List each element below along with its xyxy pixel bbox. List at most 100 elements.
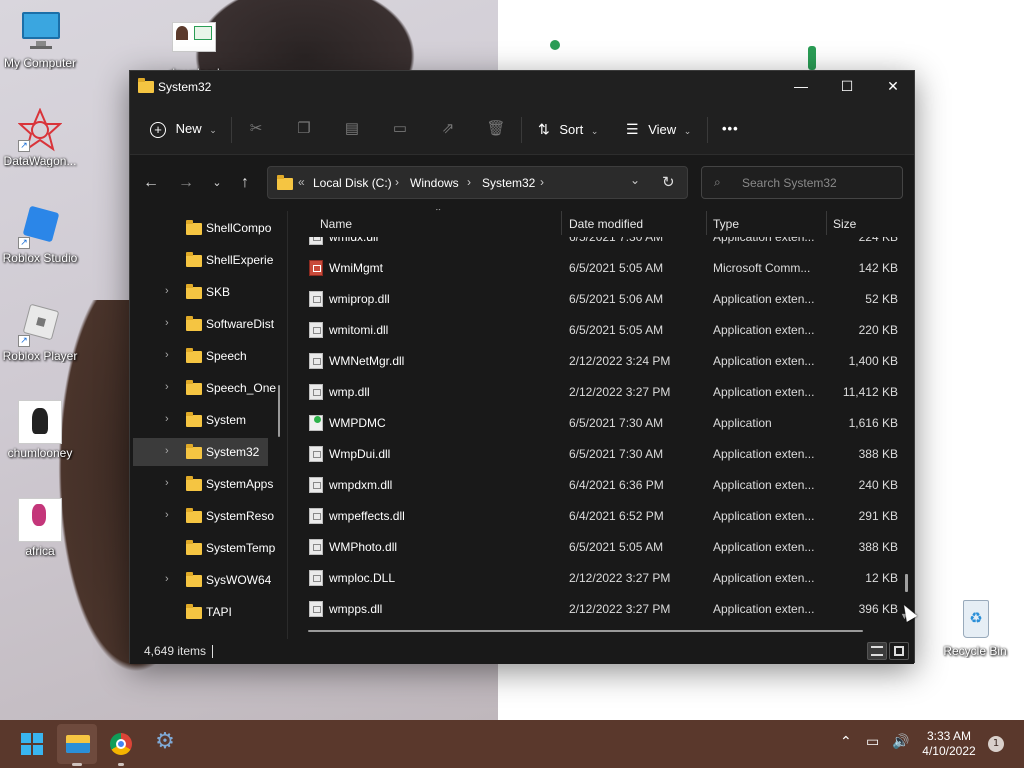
taskbar-file-explorer[interactable] — [57, 724, 97, 764]
column-header-size[interactable]: Size — [833, 217, 856, 231]
nav-item[interactable]: › Speech_One — [133, 374, 276, 402]
file-row[interactable]: WmpDui.dll 6/5/2021 7:30 AM Application ex… — [288, 438, 898, 469]
rename-icon[interactable]: ▭ — [390, 119, 410, 139]
nav-item[interactable]: › System32 — [133, 438, 268, 466]
file-date-modified: 6/5/2021 5:06 AM — [569, 292, 664, 306]
details-view-button[interactable] — [867, 642, 887, 660]
close-button[interactable]: ✕ — [870, 71, 916, 103]
column-header-name[interactable]: Name — [320, 217, 352, 231]
file-row[interactable]: wmitomi.dll 6/5/2021 5:05 AM Application e… — [288, 314, 898, 345]
vertical-scrollbar-thumb[interactable] — [905, 574, 908, 592]
folder-icon — [186, 604, 202, 619]
nav-item[interactable]: › SysWOW64 — [133, 566, 271, 594]
copy-icon[interactable]: ❐ — [294, 119, 314, 139]
notification-badge[interactable]: 1 — [988, 736, 1004, 752]
show-hidden-icons-chevron-icon[interactable]: ⌃ — [840, 734, 852, 750]
view-button[interactable]: ☰ View ⌄ — [626, 117, 691, 141]
new-button[interactable]: + New ⌄ — [150, 117, 217, 141]
taskbar-clock[interactable]: 3:33 AM 4/10/2022 — [916, 729, 982, 759]
maximize-button[interactable]: ☐ — [824, 71, 870, 103]
nav-item[interactable]: › SystemApps — [133, 470, 273, 498]
expand-chevron-icon[interactable]: › — [165, 477, 169, 489]
see-more-button[interactable]: ••• — [722, 117, 739, 141]
dll-file-icon — [309, 291, 323, 307]
column-header-type[interactable]: Type — [713, 217, 739, 231]
horizontal-scrollbar-thumb[interactable] — [308, 630, 863, 632]
paste-icon[interactable]: ▤ — [342, 119, 362, 139]
desktop-icon-recycle-bin[interactable]: ♻ Recycle Bin — [935, 598, 1015, 658]
title-bar[interactable]: System32 — ☐ ✕ — [130, 71, 914, 103]
up-arrow-icon[interactable]: ↑ — [234, 172, 256, 194]
nav-item-label: SoftwareDist — [206, 317, 275, 331]
breadcrumb-separator[interactable]: › — [540, 175, 544, 189]
cut-icon[interactable]: ✂ — [246, 119, 266, 139]
column-header-date-modified[interactable]: Date modified — [569, 217, 643, 231]
expand-chevron-icon[interactable]: › — [165, 349, 169, 361]
sort-button[interactable]: ⇅ Sort ⌄ — [538, 117, 598, 141]
navigation-pane-scrollbar[interactable] — [278, 385, 280, 437]
breadcrumb-separator[interactable]: › — [395, 175, 399, 189]
column-resize-handle[interactable] — [561, 211, 562, 235]
nav-item[interactable]: › System — [133, 406, 268, 434]
nav-item[interactable]: ShellExperie — [133, 246, 273, 274]
breadcrumb-system32[interactable]: System32 — [482, 176, 535, 190]
expand-chevron-icon[interactable]: › — [165, 573, 169, 585]
nav-item[interactable]: SystemTemp — [133, 534, 275, 562]
column-resize-handle[interactable] — [826, 211, 827, 235]
nav-item[interactable]: ShellCompo — [133, 214, 271, 242]
expand-chevron-icon[interactable]: › — [165, 509, 169, 521]
file-row[interactable]: WMNetMgr.dll 2/12/2022 3:24 PM Application… — [288, 345, 898, 376]
column-resize-handle[interactable] — [706, 211, 707, 235]
desktop-icon-my-computer[interactable]: My Computer — [0, 10, 80, 70]
recent-locations-chevron-icon[interactable]: ⌄ — [206, 172, 228, 194]
file-date-modified: 6/5/2021 5:05 AM — [569, 540, 664, 554]
desktop-icon-roblox-studio[interactable]: ↗ Roblox Studio — [0, 205, 80, 265]
address-bar[interactable]: « Local Disk (C:) › Windows › System32 ›… — [267, 166, 688, 199]
desktop-icon-chumlooney[interactable]: chumlooney — [0, 400, 80, 460]
file-row[interactable]: WMPhoto.dll 6/5/2021 5:05 AM Application e… — [288, 531, 898, 562]
minimize-button[interactable]: — — [778, 71, 824, 103]
expand-chevron-icon[interactable]: › — [165, 285, 169, 297]
file-row[interactable]: wmp.dll 2/12/2022 3:27 PM Application exte… — [288, 376, 898, 407]
address-overflow[interactable]: « — [298, 175, 305, 189]
file-row[interactable]: WmiMgmt 6/5/2021 5:05 AM Microsoft Comm...… — [288, 252, 898, 283]
breadcrumb-separator[interactable]: › — [467, 175, 471, 189]
breadcrumb-local-disk[interactable]: Local Disk (C:) — [313, 176, 392, 190]
back-arrow-icon[interactable]: ← — [140, 172, 162, 194]
taskbar-settings[interactable]: ⚙ — [145, 724, 185, 764]
nav-item[interactable]: › SystemReso — [133, 502, 274, 530]
search-box[interactable]: ⌕ Search System32 — [701, 166, 903, 199]
file-row[interactable]: wmploc.DLL 2/12/2022 3:27 PM Application e… — [288, 562, 898, 593]
file-row[interactable]: wmpeffects.dll 6/4/2021 6:52 PM Applicatio… — [288, 500, 898, 531]
desktop-icon-roblox-player[interactable]: ↗ Roblox Player — [0, 303, 80, 363]
address-row: ← → ⌄ ↑ « Local Disk (C:) › Windows › Sy… — [130, 155, 914, 209]
address-dropdown-chevron-icon[interactable]: ⌄ — [630, 173, 640, 187]
desktop-icon-datawagon[interactable]: ↗ DataWagon... — [0, 107, 80, 168]
delete-icon[interactable]: 🗑 — [486, 119, 506, 139]
expand-chevron-icon[interactable]: › — [165, 413, 169, 425]
share-icon[interactable]: ⇗ — [438, 119, 458, 139]
nav-item[interactable]: › SKB — [133, 278, 268, 306]
desktop-icon-africa[interactable]: africa — [0, 498, 80, 558]
nav-item[interactable]: TAPI — [133, 598, 268, 626]
network-icon[interactable]: ▭ — [866, 734, 879, 750]
navigation-pane[interactable]: ShellCompo ShellExperie › SKB › SoftwareDist ›… — [130, 209, 282, 639]
forward-arrow-icon[interactable]: → — [175, 172, 197, 194]
search-input[interactable]: Search System32 — [742, 176, 837, 190]
folder-icon — [186, 252, 202, 267]
start-button[interactable] — [12, 724, 52, 764]
file-row[interactable]: wmiprop.dll 6/5/2021 5:06 AM Application e… — [288, 283, 898, 314]
expand-chevron-icon[interactable]: › — [165, 381, 169, 393]
file-row[interactable]: WMPDMC 6/5/2021 7:30 AM Application 1,616 K… — [288, 407, 898, 438]
refresh-icon[interactable]: ↻ — [662, 173, 675, 191]
large-icons-view-button[interactable] — [889, 642, 909, 660]
volume-icon[interactable]: 🔊 — [892, 734, 909, 750]
expand-chevron-icon[interactable]: › — [165, 445, 169, 457]
file-row[interactable]: wmpps.dll 2/12/2022 3:27 PM Application ex… — [288, 593, 898, 624]
nav-item[interactable]: › Speech — [133, 342, 268, 370]
file-row[interactable]: wmpdxm.dll 6/4/2021 6:36 PM Application ex… — [288, 469, 898, 500]
taskbar-chrome[interactable] — [101, 724, 141, 764]
breadcrumb-windows[interactable]: Windows — [410, 176, 459, 190]
nav-item[interactable]: › SoftwareDist — [133, 310, 274, 338]
expand-chevron-icon[interactable]: › — [165, 317, 169, 329]
